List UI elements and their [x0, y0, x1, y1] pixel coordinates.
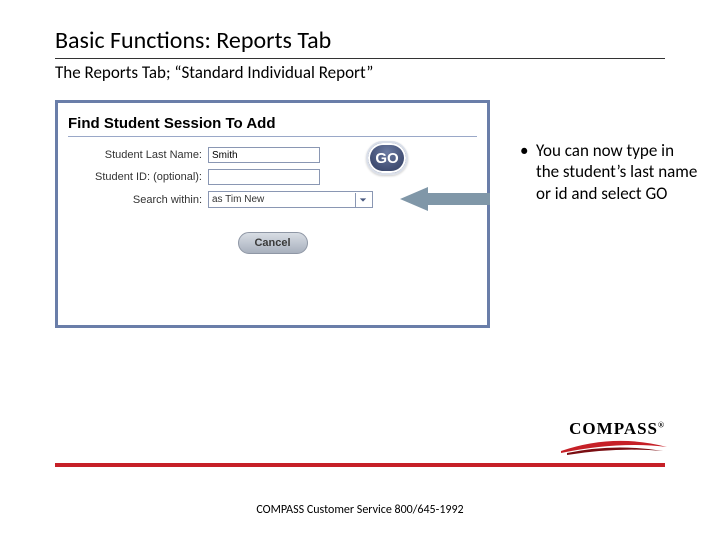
- student-id-input[interactable]: [208, 169, 320, 185]
- lastname-label: Student Last Name:: [78, 149, 208, 161]
- search-within-select[interactable]: as Tim New: [208, 191, 373, 208]
- panel-divider: [68, 136, 477, 137]
- bullet-list: You can now type in the student’s last n…: [520, 140, 700, 204]
- find-student-panel: Find Student Session To Add Student Last…: [55, 100, 490, 328]
- slide-title: Basic Functions: Reports Tab: [55, 26, 331, 55]
- search-within-label: Search within:: [78, 194, 208, 206]
- slide-subtitle: The Reports Tab; “Standard Individual Re…: [55, 62, 373, 83]
- logo-text: COMPASS: [569, 419, 658, 438]
- lastname-input[interactable]: [208, 147, 320, 163]
- row-student-id: Student ID: (optional):: [78, 169, 467, 185]
- footer-text: COMPASS Customer Service 800/645-1992: [0, 503, 720, 517]
- cancel-button[interactable]: Cancel: [238, 232, 308, 254]
- bullet-item: You can now type in the student’s last n…: [520, 140, 700, 204]
- compass-logo: COMPASS®: [545, 419, 665, 455]
- left-arrow-icon: [400, 185, 490, 213]
- student-id-label: Student ID: (optional):: [78, 171, 208, 183]
- search-within-value: as Tim New: [212, 194, 264, 205]
- chevron-down-icon: [355, 193, 369, 207]
- panel-heading: Find Student Session To Add: [68, 115, 477, 132]
- row-lastname: Student Last Name: GO: [78, 147, 467, 163]
- title-divider: [55, 58, 665, 59]
- logo-reg: ®: [658, 420, 665, 429]
- logo-swoosh-icon: [559, 437, 669, 455]
- footer-accent-bar: [55, 463, 665, 467]
